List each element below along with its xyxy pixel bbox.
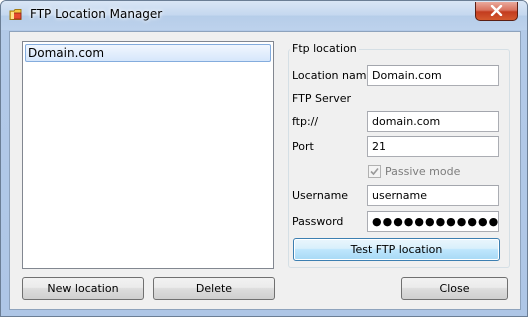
location-name-input[interactable]: Domain.com — [367, 65, 499, 86]
ftp-server-label: FTP Server — [292, 92, 352, 105]
test-ftp-location-button[interactable]: Test FTP location — [293, 238, 500, 261]
window-title: FTP Location Manager — [30, 7, 163, 21]
password-label: Password — [292, 215, 344, 228]
password-input[interactable]: ●●●●●●●●●●●● — [367, 211, 499, 232]
port-input[interactable]: 21 — [367, 136, 499, 157]
location-name-label: Location name — [292, 69, 374, 82]
delete-button[interactable]: Delete — [153, 277, 275, 300]
passive-mode-label: Passive mode — [385, 165, 461, 178]
passive-mode-checkbox[interactable] — [368, 165, 381, 178]
ftp-location-manager-window: FTP Location Manager Domain.com Ftp loca… — [0, 0, 528, 317]
username-label: Username — [292, 189, 349, 202]
close-icon — [490, 5, 503, 16]
location-list[interactable]: Domain.com — [22, 41, 274, 269]
close-button[interactable]: Close — [401, 277, 508, 300]
port-label: Port — [292, 140, 314, 153]
ftp-host-input[interactable]: domain.com — [367, 111, 499, 132]
ftp-folder-icon — [9, 8, 23, 21]
location-list-item[interactable]: Domain.com — [25, 44, 271, 62]
window-close-button[interactable] — [475, 2, 518, 21]
username-input[interactable]: username — [367, 185, 499, 206]
dialog-client-area: Domain.com Ftp location Location name Do… — [9, 31, 521, 310]
check-icon — [370, 167, 379, 176]
new-location-button[interactable]: New location — [22, 277, 144, 300]
title-bar[interactable]: FTP Location Manager — [1, 1, 527, 30]
ftp-prefix-label: ftp:// — [292, 115, 319, 128]
group-title: Ftp location — [290, 42, 359, 55]
